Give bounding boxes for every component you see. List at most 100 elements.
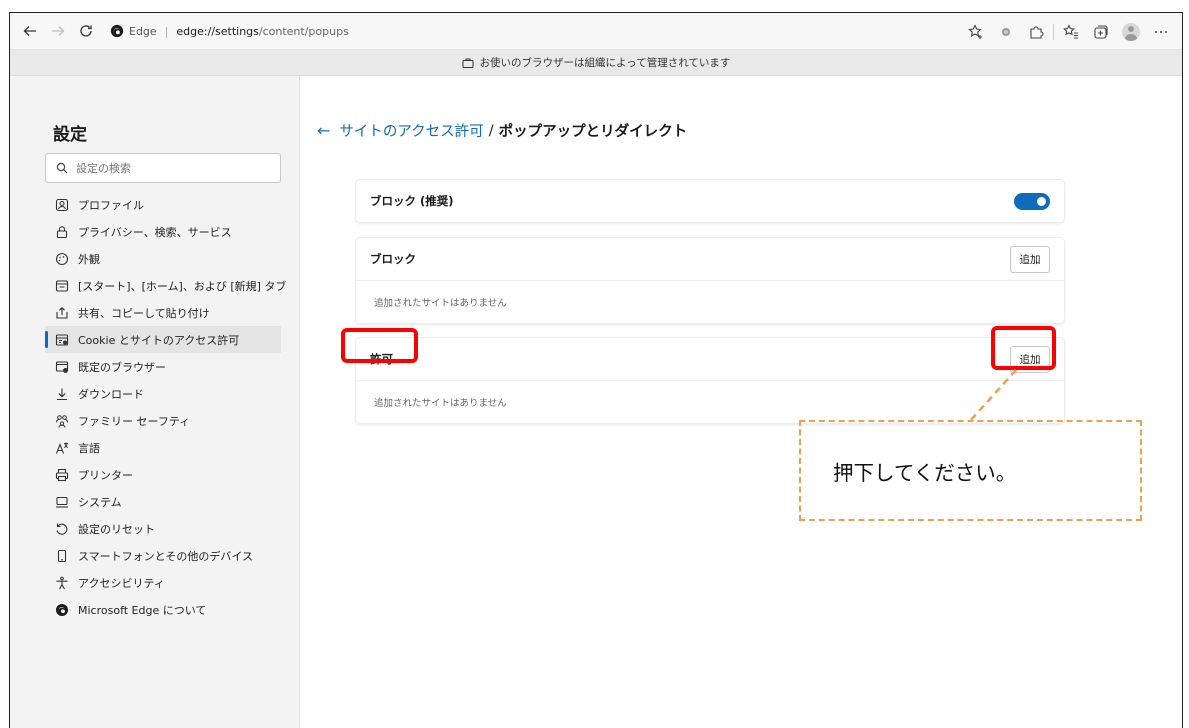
sidebar-item-label: プロファイル: [78, 198, 144, 212]
back-button[interactable]: [16, 17, 44, 45]
allow-label-highlight: [341, 328, 418, 363]
sidebar-item-label: 共有、コピーして貼り付け: [78, 306, 210, 320]
more-menu-button[interactable]: [1146, 18, 1176, 46]
settings-sidebar: 設定 プロファイル プライバシー、検索、サービス 外観 [スタート]、[ホーム]…: [10, 76, 300, 728]
sidebar-item-start-home-newtab[interactable]: [スタート]、[ホーム]、および [新規] タブ: [45, 272, 286, 299]
sidebar-item-privacy[interactable]: プライバシー、検索、サービス: [45, 218, 281, 245]
sidebar-item-label: プライバシー、検索、サービス: [78, 225, 232, 239]
block-toggle-label: ブロック (推奨): [370, 194, 454, 208]
forward-arrow-icon: [52, 26, 65, 36]
family-icon: [55, 414, 69, 428]
refresh-button[interactable]: [72, 17, 100, 45]
instruction-callout: 押下してください。: [799, 420, 1142, 521]
profile-button[interactable]: [1116, 18, 1146, 46]
settings-title: 設定: [53, 125, 87, 145]
more-dots-icon: [1155, 31, 1167, 33]
search-input[interactable]: [76, 161, 256, 175]
address-bar[interactable]: Edge | edge://settings/content/popups: [110, 19, 349, 43]
toolbar-divider: [1053, 24, 1054, 40]
browser-toolbar: Edge | edge://settings/content/popups: [10, 13, 1182, 50]
sidebar-item-label: 外観: [78, 252, 100, 266]
favorite-add-button[interactable]: [961, 18, 991, 46]
block-empty-text: 追加されたサイトはありません: [374, 298, 507, 309]
sidebar-item-label: プリンター: [78, 468, 133, 482]
lock-icon: [55, 225, 69, 239]
share-icon: [55, 306, 69, 320]
breadcrumb-separator: /: [488, 122, 494, 139]
back-arrow-icon[interactable]: ←: [317, 121, 330, 140]
favorites-button[interactable]: [1056, 18, 1086, 46]
browser-window: Edge | edge://settings/content/popups お使…: [9, 12, 1183, 728]
edge-logo-icon: [55, 603, 69, 617]
settings-nav: プロファイル プライバシー、検索、サービス 外観 [スタート]、[ホーム]、およ…: [45, 191, 286, 623]
sidebar-item-label: Microsoft Edge について: [78, 603, 207, 617]
edge-logo-icon: [110, 24, 124, 38]
default-browser-icon: [55, 360, 69, 374]
sidebar-item-label: ダウンロード: [78, 387, 144, 401]
phone-icon: [55, 549, 69, 563]
back-arrow-icon: [23, 26, 36, 36]
sidebar-item-label: 言語: [78, 441, 100, 455]
favorites-list-icon: [1063, 24, 1078, 39]
extensions-button[interactable]: [1021, 18, 1051, 46]
sidebar-item-languages[interactable]: 言語: [45, 434, 281, 461]
sidebar-item-label: スマートフォンとその他のデバイス: [78, 549, 254, 563]
puzzle-icon: [1030, 26, 1044, 39]
settings-content: ← サイトのアクセス許可 / ポップアップとリダイレクト ブロック (推奨) ブ…: [301, 76, 1182, 728]
allow-empty-text: 追加されたサイトはありません: [374, 398, 507, 409]
search-icon: [56, 162, 68, 174]
sidebar-item-printers[interactable]: プリンター: [45, 461, 281, 488]
block-section-label: ブロック: [370, 252, 416, 266]
sidebar-item-family-safety[interactable]: ファミリー セーフティ: [45, 407, 281, 434]
sidebar-item-label: Cookie とサイトのアクセス許可: [78, 333, 240, 347]
collections-icon: [1094, 25, 1108, 39]
reset-icon: [55, 522, 69, 536]
sidebar-item-about-edge[interactable]: Microsoft Edge について: [45, 596, 281, 623]
page-title: ポップアップとリダイレクト: [498, 124, 688, 140]
sidebar-item-accessibility[interactable]: アクセシビリティ: [45, 569, 281, 596]
extension-button[interactable]: [991, 18, 1021, 46]
avatar: [1122, 23, 1140, 41]
printer-icon: [55, 468, 69, 482]
sidebar-item-downloads[interactable]: ダウンロード: [45, 380, 281, 407]
breadcrumb: ← サイトのアクセス許可 / ポップアップとリダイレクト: [317, 120, 687, 141]
sidebar-item-label: [スタート]、[ホーム]、および [新規] タブ: [78, 279, 287, 293]
download-icon: [55, 387, 69, 401]
block-list-card: ブロック 追加 追加されたサイトはありません: [356, 238, 1064, 323]
cookie-icon: [55, 333, 69, 347]
sidebar-item-appearance[interactable]: 外観: [45, 245, 281, 272]
sidebar-item-cookies-permissions[interactable]: Cookie とサイトのアクセス許可: [45, 326, 281, 353]
sidebar-item-system[interactable]: システム: [45, 488, 281, 515]
briefcase-icon: [462, 58, 474, 68]
home-tab-icon: [55, 279, 69, 293]
breadcrumb-parent-link[interactable]: サイトのアクセス許可: [339, 120, 483, 141]
sidebar-item-label: ファミリー セーフティ: [78, 414, 191, 428]
block-toggle-row: ブロック (推奨): [356, 180, 1064, 222]
settings-search[interactable]: [45, 153, 281, 183]
collections-button[interactable]: [1086, 18, 1116, 46]
managed-banner: お使いのブラウザーは組織によって管理されています: [10, 50, 1182, 76]
block-add-button[interactable]: 追加: [1010, 245, 1050, 273]
allow-list-card: 許可 追加 追加されたサイトはありません: [356, 338, 1064, 423]
address-separator: |: [164, 24, 169, 38]
sidebar-item-phone-devices[interactable]: スマートフォンとその他のデバイス: [45, 542, 281, 569]
sidebar-item-reset-settings[interactable]: 設定のリセット: [45, 515, 281, 542]
sidebar-item-share-copy-paste[interactable]: 共有、コピーして貼り付け: [45, 299, 281, 326]
accessibility-icon: [55, 576, 69, 590]
profile-icon: [55, 198, 69, 212]
block-header-row: ブロック 追加: [356, 238, 1064, 280]
sidebar-item-label: 既定のブラウザー: [78, 360, 166, 374]
star-plus-icon: [968, 24, 982, 39]
callout-text: 押下してください。: [833, 460, 1017, 485]
system-icon: [55, 495, 69, 509]
forward-button[interactable]: [44, 17, 72, 45]
managed-text: お使いのブラウザーは組織によって管理されています: [479, 57, 731, 69]
sidebar-item-label: 設定のリセット: [78, 522, 155, 536]
sidebar-item-profile[interactable]: プロファイル: [45, 191, 281, 218]
block-toggle-switch[interactable]: [1014, 192, 1050, 210]
toolbar-actions: [961, 18, 1176, 46]
site-label: Edge: [129, 24, 157, 38]
url-path: /content/popups: [258, 24, 349, 38]
block-toggle-card: ブロック (推奨): [356, 180, 1064, 222]
sidebar-item-default-browser[interactable]: 既定のブラウザー: [45, 353, 281, 380]
